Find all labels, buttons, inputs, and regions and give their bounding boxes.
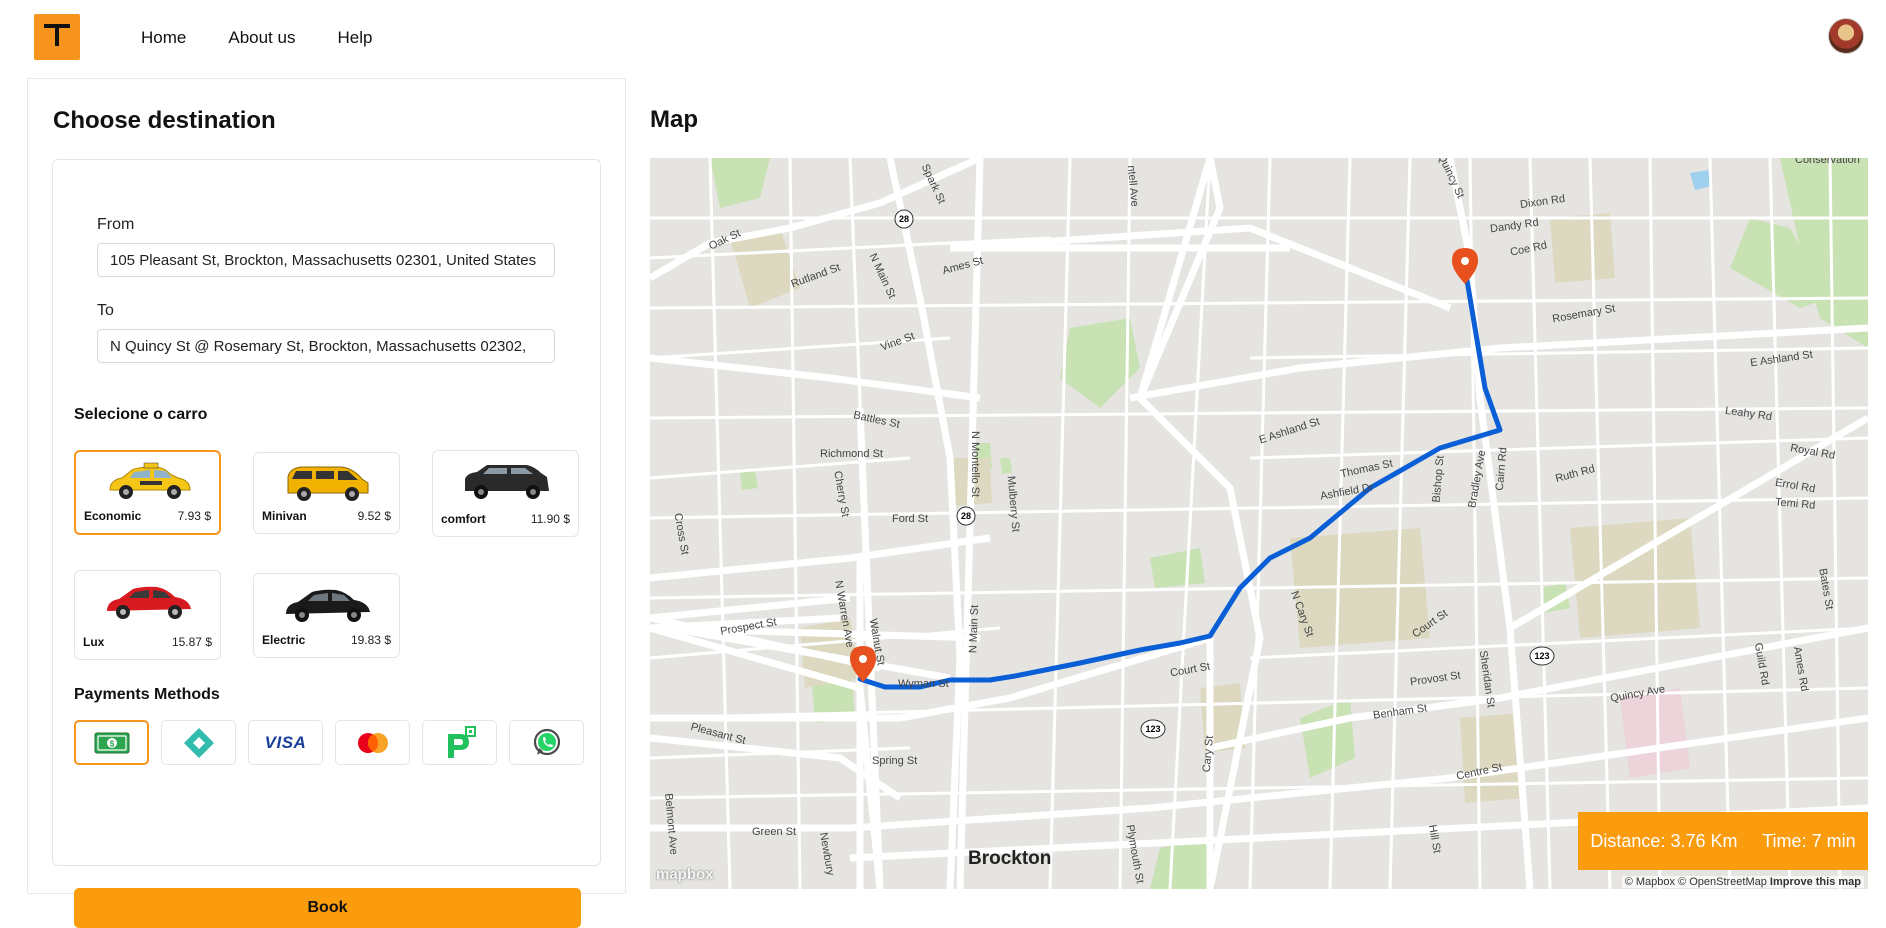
car-option-economic[interactable]: Economic 7.93 $ [74, 450, 221, 535]
car-price: 9.52 $ [357, 509, 391, 523]
map-title: Map [650, 106, 698, 133]
car-option-minivan[interactable]: Minivan 9.52 $ [253, 452, 400, 534]
map-attribution: © Mapbox © OpenStreetMap Improve this ma… [1621, 876, 1864, 888]
street-label: N Main St [967, 604, 981, 654]
car-name: Minivan [262, 509, 307, 523]
whatsapp-icon [533, 728, 560, 755]
user-avatar[interactable] [1828, 18, 1864, 54]
nav-home-link[interactable]: Home [141, 28, 186, 48]
payment-pix[interactable] [161, 720, 236, 765]
street-label: Richmond St [820, 448, 883, 460]
attribution-text[interactable]: © Mapbox © OpenStreetMap [1625, 876, 1767, 888]
from-label: From [97, 216, 135, 233]
improve-map-link[interactable]: Improve this map [1770, 876, 1861, 888]
time-readout: Time: 7 min [1762, 831, 1855, 852]
payment-visa[interactable]: VISA [248, 720, 323, 765]
route-shield: 28 [961, 511, 971, 521]
car-name: Economic [84, 509, 142, 523]
car-name: comfort [441, 512, 486, 526]
distance-readout: Distance: 3.76 Km [1590, 831, 1737, 852]
route-shield: 123 [1534, 651, 1549, 661]
cash-icon: $ [94, 732, 129, 753]
car-name: Electric [262, 633, 306, 647]
city-label: Brockton [968, 848, 1052, 869]
nav-about-link[interactable]: About us [228, 28, 295, 48]
route-shield: 123 [1145, 724, 1160, 734]
time-label: Time: [1762, 830, 1807, 851]
taxi-car-icon [109, 462, 191, 499]
car-price: 11.90 $ [530, 512, 570, 526]
street-label: Spring St [872, 755, 918, 767]
car-name: Lux [83, 635, 105, 649]
route-info-box: Distance: 3.76 Km Time: 7 min [1578, 812, 1868, 870]
minivan-icon [287, 466, 369, 501]
car-price: 19.83 $ [350, 633, 391, 647]
to-input[interactable] [97, 329, 555, 363]
car-section-title: Selecione o carro [74, 406, 208, 423]
panel-title: Choose destination [53, 107, 276, 134]
visa-icon: VISA [264, 732, 307, 752]
payment-mastercard[interactable] [335, 720, 410, 765]
app-logo[interactable] [34, 14, 80, 60]
car-option-lux[interactable]: Lux 15.87 $ [74, 570, 221, 660]
street-label: Wyman St [898, 678, 949, 690]
booking-form: From To Selecione o carro Economic 7.93 … [52, 159, 601, 928]
route-map[interactable]: 28 28 123 123 Oak St Rutland St N Main S… [650, 158, 1868, 889]
sedan-red-icon [107, 586, 191, 619]
car-price: 7.93 $ [177, 509, 211, 523]
mapbox-logo[interactable]: mapbox [656, 866, 714, 883]
street-label: N Montello St [969, 430, 982, 498]
mastercard-icon [357, 732, 388, 753]
nav-help-link[interactable]: Help [337, 28, 372, 48]
pix-icon [183, 727, 214, 758]
time-value: 7 min [1811, 830, 1856, 851]
to-label: To [97, 302, 114, 319]
route-shield: 28 [899, 214, 909, 224]
street-label: Green St [752, 826, 797, 838]
car-price: 15.87 $ [171, 635, 212, 649]
payment-picpay[interactable] [422, 720, 497, 765]
payment-cash[interactable]: $ [74, 720, 149, 765]
book-button[interactable]: Book [74, 888, 581, 928]
street-label: Ford St [892, 513, 929, 525]
picpay-icon [447, 725, 476, 758]
main-nav: Home About us Help [141, 28, 414, 48]
svg-text:$: $ [109, 739, 114, 748]
suv-icon [465, 465, 549, 499]
payments-title: Payments Methods [74, 686, 220, 703]
top-bar: Home About us Help [0, 0, 1886, 78]
from-input[interactable] [97, 243, 555, 277]
payment-whatsapp[interactable] [509, 720, 584, 765]
destination-panel: Choose destination From To Selecione o c… [27, 78, 626, 928]
street-label: Conservation [1795, 158, 1860, 166]
car-option-electric[interactable]: Electric 19.83 $ [253, 573, 400, 658]
sedan-black-icon [286, 589, 370, 622]
distance-label: Distance: [1590, 830, 1666, 851]
car-option-comfort[interactable]: comfort 11.90 $ [432, 450, 579, 537]
distance-value: 3.76 Km [1670, 830, 1738, 851]
